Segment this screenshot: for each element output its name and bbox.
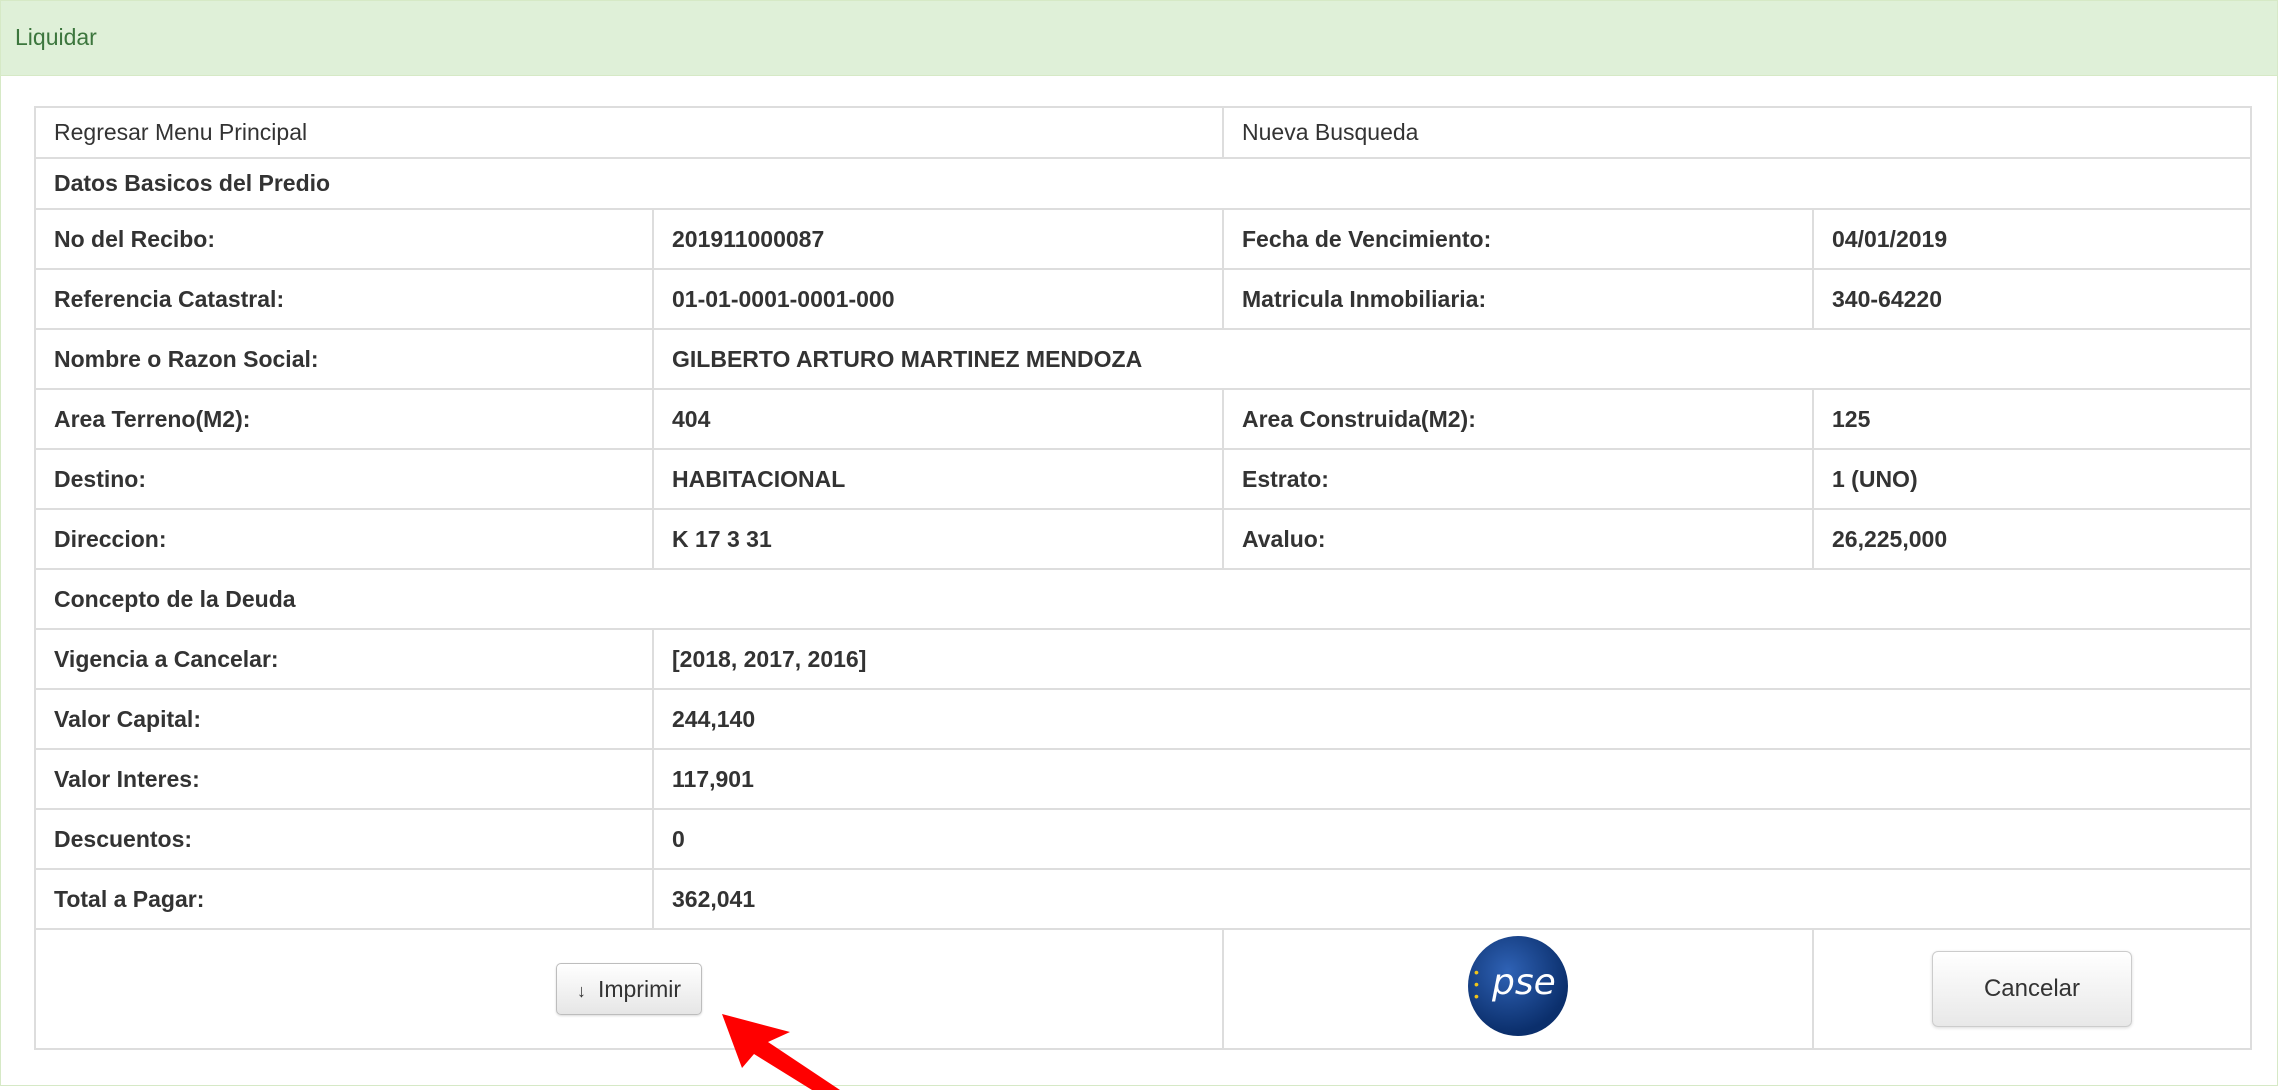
- avaluo-label: Avaluo:: [1222, 508, 1814, 570]
- direccion-value: K 17 3 31: [652, 508, 1224, 570]
- area-construida-value: 125: [1812, 388, 2252, 450]
- print-button[interactable]: ↓ Imprimir: [555, 963, 703, 1015]
- interes-label: Valor Interes:: [34, 748, 654, 810]
- table-row: Valor Capital: 244,140: [34, 688, 2252, 750]
- table-row: Nombre o Razon Social: GILBERTO ARTURO M…: [34, 328, 2252, 390]
- pse-payment-button[interactable]: • • • pse: [1468, 936, 1568, 1036]
- area-terreno-label: Area Terreno(M2):: [34, 388, 654, 450]
- descuentos-value: 0: [652, 808, 2252, 870]
- recibo-label: No del Recibo:: [34, 208, 654, 270]
- annotation-arrow-icon: [722, 1014, 840, 1090]
- table-row: Total a Pagar: 362,041: [34, 868, 2252, 930]
- table-row: Area Terreno(M2): 404 Area Construida(M2…: [34, 388, 2252, 450]
- estrato-label: Estrato:: [1222, 448, 1814, 510]
- area-construida-label: Area Construida(M2):: [1222, 388, 1814, 450]
- vigencia-value: [2018, 2017, 2016]: [652, 628, 2252, 690]
- panel-title: Liquidar: [1, 1, 2277, 76]
- vencimiento-value: 04/01/2019: [1812, 208, 2252, 270]
- destino-label: Destino:: [34, 448, 654, 510]
- matricula-label: Matricula Inmobiliaria:: [1222, 268, 1814, 330]
- actions-row: ↓ Imprimir • • • pse Cancelar: [34, 928, 2252, 1050]
- direccion-label: Direccion:: [34, 508, 654, 570]
- nombre-label: Nombre o Razon Social:: [34, 328, 654, 390]
- avaluo-value: 26,225,000: [1812, 508, 2252, 570]
- area-terreno-value: 404: [652, 388, 1224, 450]
- vigencia-label: Vigencia a Cancelar:: [34, 628, 654, 690]
- table-row: Valor Interes: 117,901: [34, 748, 2252, 810]
- pse-stars-icon: • • •: [1474, 964, 1479, 1004]
- vencimiento-label: Fecha de Vencimiento:: [1222, 208, 1814, 270]
- recibo-value: 201911000087: [652, 208, 1224, 270]
- debt-section-title: Concepto de la Deuda: [34, 568, 2252, 630]
- nav-row: Regresar Menu Principal Nueva Busqueda: [34, 106, 2252, 159]
- nombre-value: GILBERTO ARTURO MARTINEZ MENDOZA: [652, 328, 2252, 390]
- matricula-value: 340-64220: [1812, 268, 2252, 330]
- table-row: Destino: HABITACIONAL Estrato: 1 (UNO): [34, 448, 2252, 510]
- section-row: Datos Basicos del Predio: [34, 157, 2252, 210]
- table-row: Referencia Catastral: 01-01-0001-0001-00…: [34, 268, 2252, 330]
- total-label: Total a Pagar:: [34, 868, 654, 930]
- total-value: 362,041: [652, 868, 2252, 930]
- predio-table: Regresar Menu Principal Nueva Busqueda D…: [34, 106, 2252, 1050]
- interes-value: 117,901: [652, 748, 2252, 810]
- back-to-menu-link[interactable]: Regresar Menu Principal: [54, 119, 307, 145]
- table-row: No del Recibo: 201911000087 Fecha de Ven…: [34, 208, 2252, 270]
- print-button-label: Imprimir: [597, 976, 682, 1002]
- estrato-value: 1 (UNO): [1812, 448, 2252, 510]
- section-row: Concepto de la Deuda: [34, 568, 2252, 630]
- capital-label: Valor Capital:: [34, 688, 654, 750]
- catastral-label: Referencia Catastral:: [34, 268, 654, 330]
- capital-value: 244,140: [652, 688, 2252, 750]
- destino-value: HABITACIONAL: [652, 448, 1224, 510]
- table-row: Direccion: K 17 3 31 Avaluo: 26,225,000: [34, 508, 2252, 570]
- basic-section-title: Datos Basicos del Predio: [34, 157, 2252, 210]
- pse-logo-text: pse: [1492, 962, 1556, 1003]
- new-search-link[interactable]: Nueva Busqueda: [1242, 119, 1418, 145]
- descuentos-label: Descuentos:: [34, 808, 654, 870]
- catastral-value: 01-01-0001-0001-000: [652, 268, 1224, 330]
- table-row: Vigencia a Cancelar: [2018, 2017, 2016]: [34, 628, 2252, 690]
- arrow-down-icon: ↓: [576, 981, 586, 1001]
- cancel-button[interactable]: Cancelar: [1932, 951, 2132, 1027]
- table-row: Descuentos: 0: [34, 808, 2252, 870]
